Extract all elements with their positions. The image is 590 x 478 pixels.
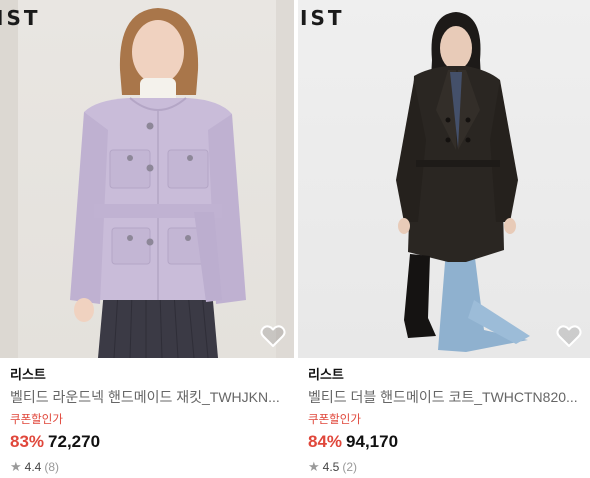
product-image[interactable]: IST [0, 0, 294, 358]
heart-outline-icon[interactable] [556, 324, 582, 348]
review-count: (2) [342, 460, 358, 474]
coupon-price-label: 쿠폰할인가 [308, 414, 361, 426]
model-coat-illustration [396, 12, 530, 352]
discount-rate: 84% [308, 432, 343, 451]
product-card[interactable]: IST 리스트 벨티드 라운드넥 핸드메이드 재킷_TWHJKN... 쿠폰할인… [0, 0, 294, 478]
heart-outline-icon[interactable] [260, 324, 286, 348]
brand-watermark: IST [300, 6, 345, 30]
product-title[interactable]: 벨티드 라운드넥 핸드메이드 재킷_TWHJKN... [10, 387, 288, 407]
coupon-price-label: 쿠폰할인가 [10, 414, 63, 426]
rating-score: 4.4 [24, 460, 42, 474]
discount-rate: 83% [10, 432, 45, 451]
rating-score: 4.5 [322, 460, 340, 474]
model-jacket-illustration [0, 0, 294, 358]
product-title[interactable]: 벨티드 더블 핸드메이드 코트_TWHCTN820... [308, 387, 584, 407]
product-info: 리스트 벨티드 라운드넥 핸드메이드 재킷_TWHJKN... 쿠폰할인가 83… [10, 366, 288, 476]
review-count: (8) [44, 460, 60, 474]
star-icon: ★ [308, 459, 320, 474]
rating-row: ★ 4.4 (8) [10, 458, 288, 476]
sale-price: 72,270 [48, 432, 101, 451]
seller-name[interactable]: 리스트 [308, 366, 584, 384]
product-info: 리스트 벨티드 더블 핸드메이드 코트_TWHCTN820... 쿠폰할인가 8… [308, 366, 584, 476]
price-row: 84% 94,170 [308, 430, 584, 454]
star-icon: ★ [10, 459, 22, 474]
seller-name[interactable]: 리스트 [10, 366, 288, 384]
price-row: 83% 72,270 [10, 430, 288, 454]
sale-price: 94,170 [346, 432, 399, 451]
product-image[interactable]: IST [298, 0, 590, 358]
rating-row: ★ 4.5 (2) [308, 458, 584, 476]
brand-watermark: IST [0, 6, 41, 30]
product-card[interactable]: IST 리스트 벨티드 더블 핸드메이드 코트_TWHCTN820... 쿠폰할… [298, 0, 590, 478]
